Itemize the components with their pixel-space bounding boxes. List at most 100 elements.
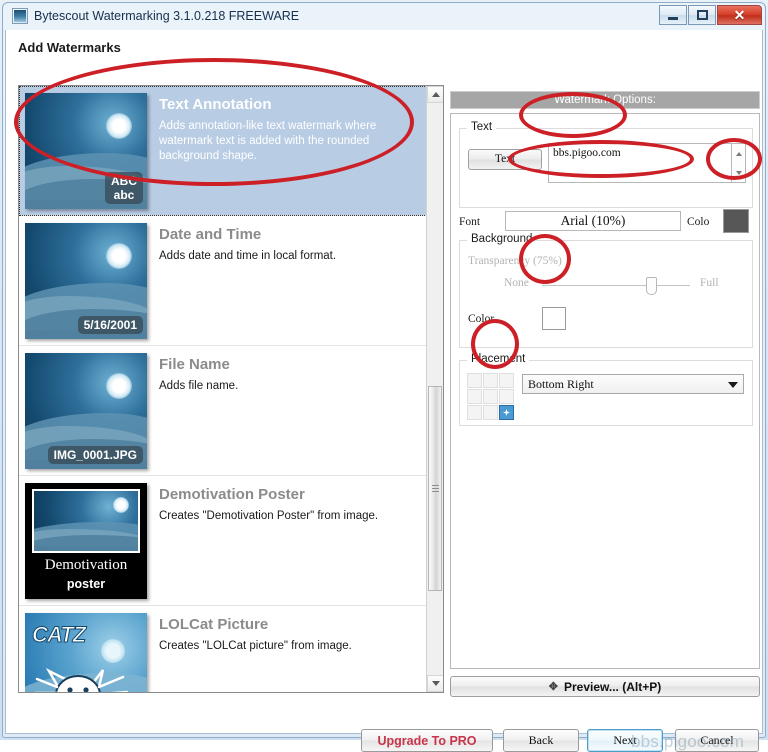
list-item[interactable]: IMG_0001.JPG File Name Adds file name.	[19, 346, 427, 476]
upgrade-to-pro-button[interactable]: Upgrade To PRO	[361, 729, 493, 752]
font-color-swatch[interactable]	[723, 209, 749, 233]
list-item-description: Adds annotation-like text watermark wher…	[159, 120, 377, 162]
list-item-description: Adds date and time in local format.	[159, 250, 337, 262]
thumbnail-badge-line1: ABC	[111, 174, 137, 188]
placement-dropdown[interactable]: Bottom Right	[522, 374, 744, 394]
placement-cell-top-center[interactable]	[483, 373, 498, 388]
watermark-type-list-items: ABC abc Text Annotation Adds annotation-…	[19, 86, 427, 692]
preview-button-label: Preview... (Alt+P)	[563, 679, 662, 694]
placement-cell-bottom-left[interactable]	[467, 405, 482, 420]
placement-cell-top-left[interactable]	[467, 373, 482, 388]
transparency-slider-track[interactable]	[542, 285, 690, 286]
scrollbar-thumb[interactable]	[428, 386, 442, 591]
poster-photo-frame	[32, 489, 140, 553]
back-button[interactable]: Back	[503, 729, 579, 752]
text-input-spinner[interactable]	[732, 143, 746, 183]
thumbnail-file-name: IMG_0001.JPG	[25, 353, 147, 469]
list-item-title: Date and Time	[159, 226, 262, 243]
chevron-up-icon	[431, 92, 440, 97]
placement-cell-top-right[interactable]	[499, 373, 514, 388]
transparency-label: Transparency (75%)	[468, 255, 562, 267]
close-button[interactable]: ✕	[717, 5, 762, 25]
placement-cell-bottom-right[interactable]	[499, 405, 514, 420]
application-window: Bytescout Watermarking 3.1.0.218 FREEWAR…	[0, 0, 768, 752]
list-item[interactable]: 5/16/2001 Date and Time Adds date and ti…	[19, 216, 427, 346]
list-item-description: Creates "Demotivation Poster" from image…	[159, 510, 379, 522]
thumbnail-badge-line1: IMG_0001.JPG	[53, 448, 137, 462]
list-item[interactable]: ABC abc Text Annotation Adds annotation-…	[19, 86, 427, 216]
placement-cell-middle-right[interactable]	[499, 389, 514, 404]
thumbnail-demotivation-poster: Demotivation poster	[25, 483, 147, 599]
placement-group-label: Placement	[467, 353, 530, 365]
chevron-down-icon	[735, 170, 742, 175]
list-item-title: File Name	[159, 356, 230, 373]
placement-dropdown-value: Bottom Right	[528, 377, 594, 391]
list-item[interactable]: CATZ LOLCat Picture Creates "LOLCat pict…	[19, 606, 427, 692]
thumbnail-badge-line1: 5/16/2001	[83, 318, 137, 332]
close-icon: ✕	[718, 6, 761, 24]
page-title: Add Watermarks	[18, 40, 121, 55]
scrollbar-grip	[432, 484, 439, 493]
font-color-label: Colo	[687, 216, 710, 228]
preview-button[interactable]: ✥ Preview... (Alt+P)	[450, 676, 760, 697]
spinner-down[interactable]	[732, 163, 745, 182]
chevron-down-icon	[431, 681, 440, 686]
title-bar: Bytescout Watermarking 3.1.0.218 FREEWAR…	[4, 3, 764, 30]
background-color-label: Color	[468, 313, 495, 325]
font-label: Font	[459, 216, 481, 228]
options-panel: Text Text bbs.pigoo.com Font Arial (10%)…	[450, 113, 760, 669]
watermark-text-input[interactable]: bbs.pigoo.com	[548, 143, 732, 183]
list-scrollbar[interactable]	[426, 86, 443, 692]
text-group: Text Text bbs.pigoo.com	[459, 121, 753, 208]
background-group: Background Transparency (75%) None Full …	[459, 233, 753, 348]
placement-cell-bottom-center[interactable]	[483, 405, 498, 420]
scroll-up-button[interactable]	[427, 86, 443, 103]
list-item-description: Creates "LOLCat picture" from image.	[159, 640, 352, 652]
placement-cell-middle-left[interactable]	[467, 389, 482, 404]
slider-max-label: Full	[700, 277, 719, 289]
list-item-title: LOLCat Picture	[159, 616, 269, 633]
minimize-icon	[660, 6, 686, 24]
background-group-label: Background	[467, 233, 537, 245]
thumbnail-date-time: 5/16/2001	[25, 223, 147, 339]
thumbnail-text-annotation: ABC abc	[25, 93, 147, 209]
chevron-up-icon	[735, 151, 742, 156]
next-button[interactable]: Next	[587, 729, 663, 752]
watermark-type-list[interactable]: ABC abc Text Annotation Adds annotation-…	[18, 85, 444, 693]
chevron-down-icon	[728, 382, 738, 388]
slider-min-label: None	[504, 277, 529, 289]
window-title: Bytescout Watermarking 3.1.0.218 FREEWAR…	[34, 9, 300, 23]
text-group-label: Text	[467, 121, 497, 133]
poster-title: Demotivation	[44, 557, 128, 573]
thumbnail-badge: 5/16/2001	[77, 316, 143, 334]
placement-group: Placement Bottom Right	[459, 353, 753, 426]
list-item-title: Text Annotation	[159, 96, 272, 113]
background-color-swatch[interactable]	[542, 307, 566, 330]
client-area: Add Watermarks ABC abc Text Annotation A…	[5, 30, 763, 752]
app-icon-glyph	[14, 10, 26, 22]
scroll-down-button[interactable]	[427, 675, 443, 692]
placement-grid[interactable]	[467, 373, 514, 420]
spinner-up[interactable]	[732, 144, 745, 163]
placement-marker-icon	[503, 409, 510, 416]
cancel-button[interactable]: Cancel	[675, 729, 759, 752]
app-icon	[12, 8, 28, 24]
placement-cell-middle-center[interactable]	[483, 389, 498, 404]
thumbnail-badge: IMG_0001.JPG	[47, 446, 143, 464]
cat-face-icon	[35, 668, 129, 692]
catz-label: CATZ	[31, 622, 86, 648]
minimize-button[interactable]	[659, 5, 687, 25]
close-glyph: ✕	[733, 7, 746, 23]
thumbnail-badge-line2: abc	[113, 188, 135, 202]
transparency-slider-thumb[interactable]	[646, 277, 657, 295]
options-header: Watermark Options:	[450, 91, 760, 109]
list-item[interactable]: Demotivation poster Demotivation Poster …	[19, 476, 427, 606]
maximize-button[interactable]	[688, 5, 716, 25]
font-selector[interactable]: Arial (10%)	[505, 211, 681, 231]
list-item-description: Adds file name.	[159, 380, 239, 392]
move-icon: ✥	[548, 681, 558, 693]
maximize-icon	[689, 6, 715, 24]
thumbnail-lolcat: CATZ	[25, 613, 147, 692]
text-button[interactable]: Text	[468, 149, 542, 170]
list-item-title: Demotivation Poster	[159, 486, 305, 503]
